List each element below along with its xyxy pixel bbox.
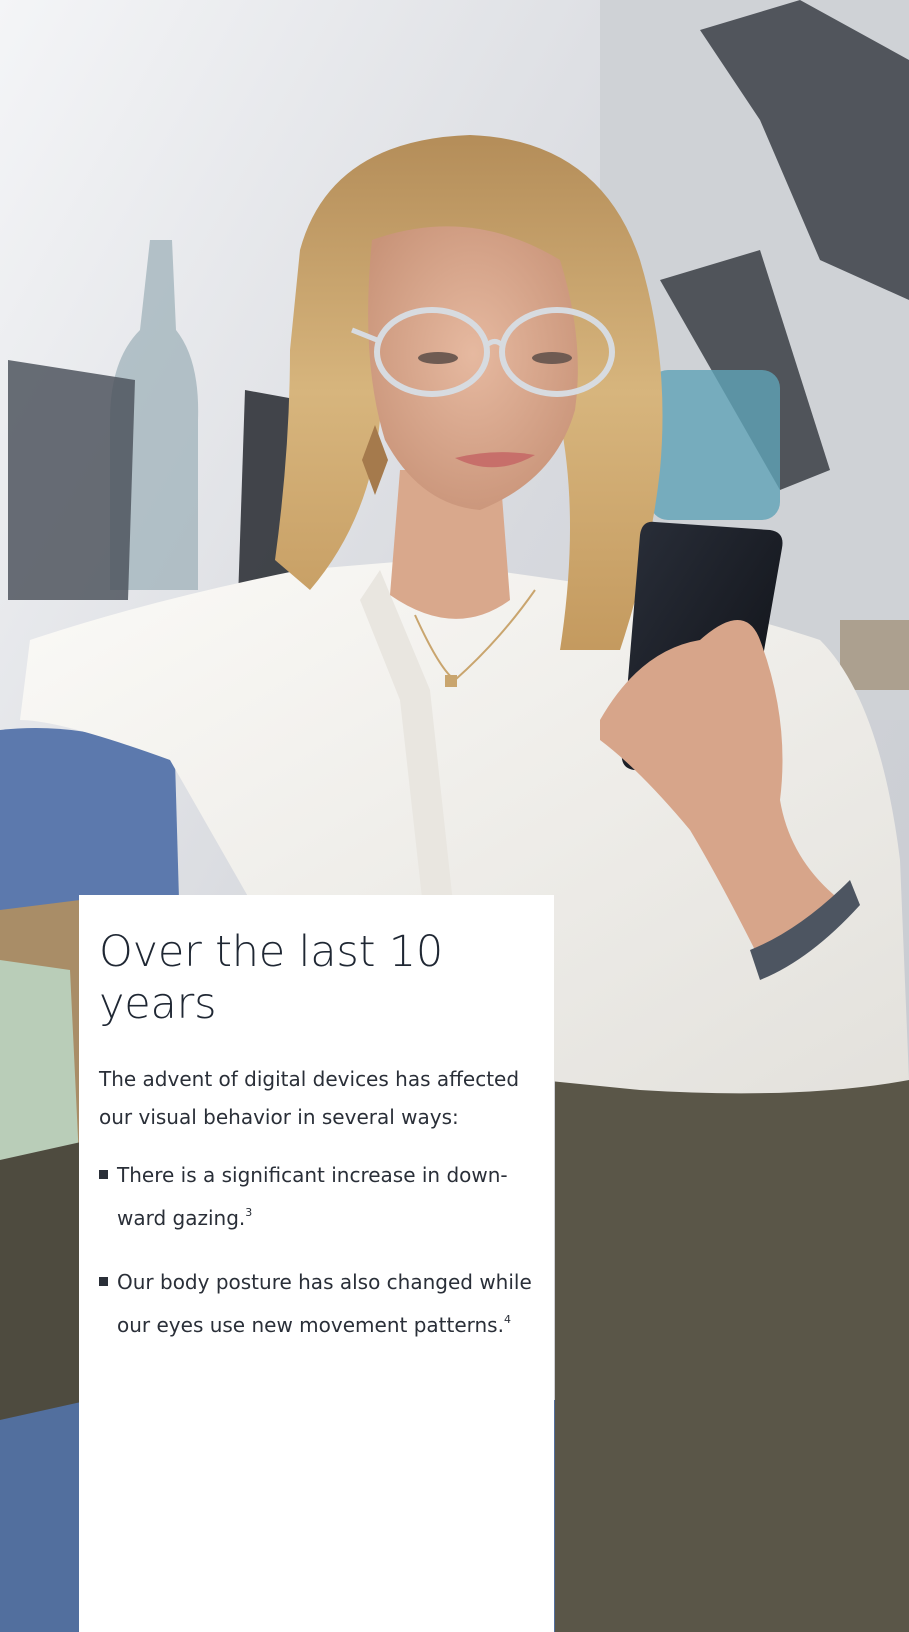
footnote-ref: 4 xyxy=(503,1313,511,1327)
footnote-ref: 3 xyxy=(245,1206,253,1220)
list-item: Our body posture has also changed while … xyxy=(99,1263,534,1344)
list-item: There is a significant increase in down-… xyxy=(99,1156,534,1237)
text-card: Over the last 10 years The advent of dig… xyxy=(79,895,554,1632)
card-heading: Over the last 10 years xyxy=(99,927,444,1029)
list-item-text: Our body posture has also changed while … xyxy=(117,1270,532,1338)
bullet-list: There is a significant increase in down-… xyxy=(99,1156,534,1344)
card-intro: The advent of digital devices has affect… xyxy=(99,1067,520,1130)
square-bullet-icon xyxy=(99,1170,108,1180)
page: Over the last 10 years The advent of dig… xyxy=(0,0,909,1632)
square-bullet-icon xyxy=(99,1277,108,1287)
list-item-text: There is a significant increase in down-… xyxy=(117,1163,508,1231)
